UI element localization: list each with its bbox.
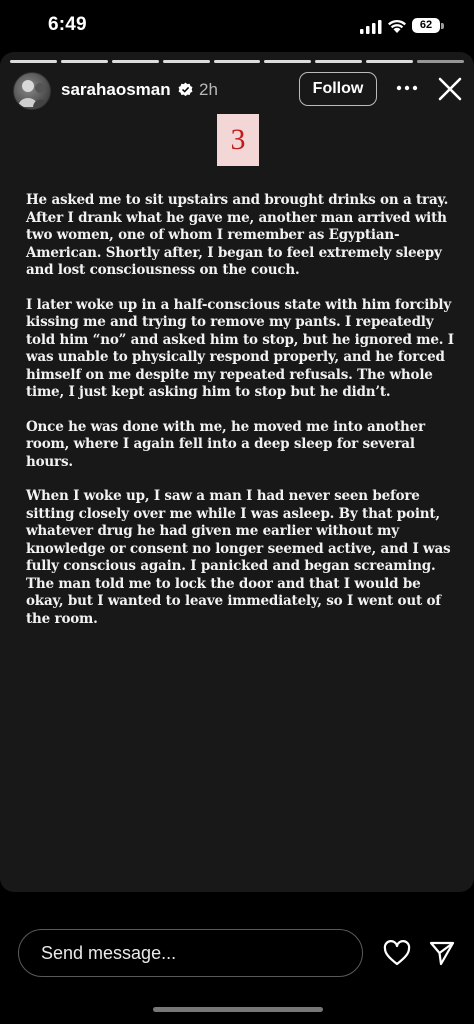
story-paragraph: When I woke up, I saw a man I had never … (26, 488, 451, 627)
progress-segment (213, 60, 261, 63)
progress-segment (264, 60, 312, 63)
heart-icon[interactable] (383, 940, 411, 966)
story-paragraph: I later woke up in a half-conscious stat… (26, 296, 454, 401)
story-text: He asked me to sit upstairs and brought … (26, 192, 456, 645)
home-indicator (153, 1007, 323, 1012)
story-time-ago: 2h (199, 80, 218, 99)
progress-segment (315, 60, 363, 63)
more-icon[interactable] (394, 78, 420, 98)
battery-tip (441, 23, 444, 29)
status-bar: 6:49 62 (0, 0, 474, 52)
reply-bar: Send message... (0, 892, 474, 1024)
battery-icon: 62 (412, 18, 440, 33)
progress-segment (366, 60, 414, 63)
story-header: sarahaosman 2h Follow (0, 68, 474, 114)
username[interactable]: sarahaosman (61, 80, 171, 100)
story-viewer[interactable]: sarahaosman 2h Follow 3 He asked me to s… (0, 52, 474, 892)
progress-segment (60, 60, 108, 63)
share-icon[interactable] (428, 939, 456, 967)
follow-button[interactable]: Follow (299, 72, 377, 106)
signal-icon (360, 20, 382, 34)
progress-segment (10, 60, 57, 63)
send-message-input[interactable]: Send message... (18, 929, 363, 977)
story-paragraph: Once he was done with me, he moved me in… (26, 418, 425, 470)
status-time: 6:49 (48, 14, 87, 35)
story-progress-bar (10, 60, 465, 63)
wifi-icon (388, 19, 406, 33)
story-paragraph: He asked me to sit upstairs and brought … (26, 192, 449, 278)
close-icon[interactable] (437, 76, 463, 102)
progress-segment (111, 60, 159, 63)
avatar[interactable] (13, 72, 51, 110)
verified-badge-icon (178, 82, 193, 97)
progress-segment (417, 60, 465, 63)
avatar-photo (18, 80, 48, 107)
page-number-badge: 3 (217, 114, 259, 166)
progress-segment (162, 60, 210, 63)
